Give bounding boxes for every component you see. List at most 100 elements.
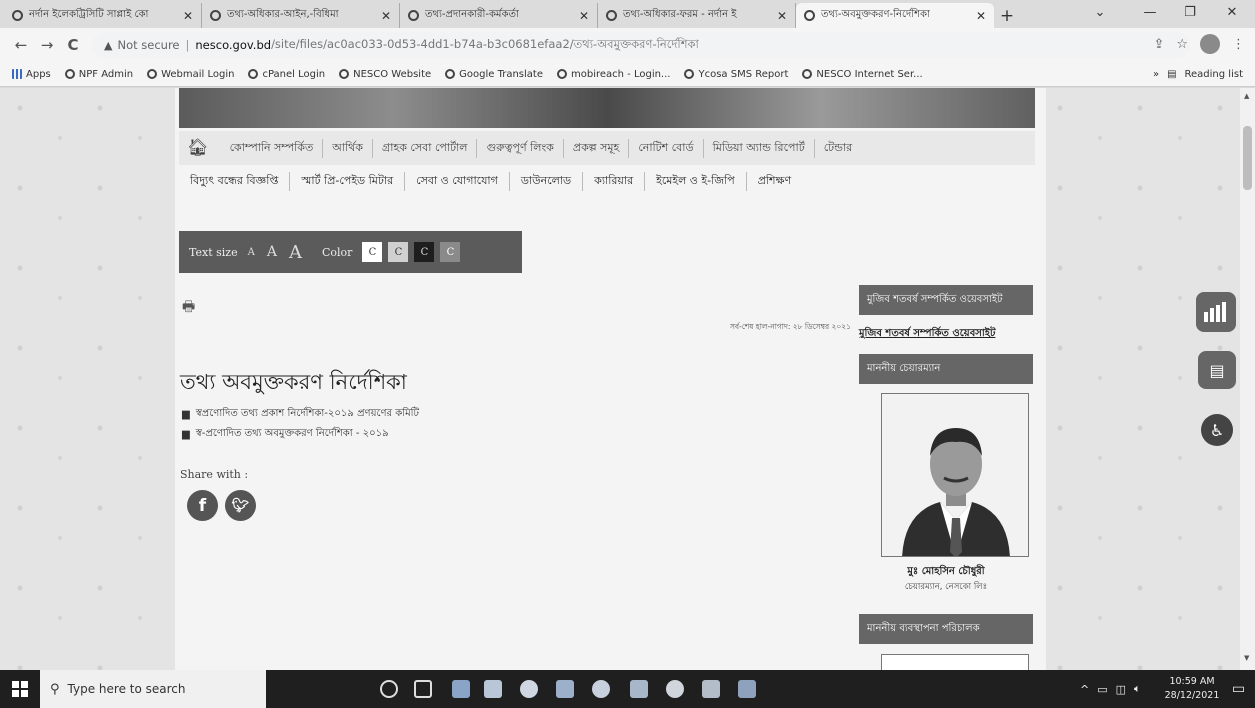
browser-tab-active[interactable]: তথ্য-অবমুক্তকরণ-নির্দেশিকা ✕ xyxy=(796,3,994,28)
maximize-icon[interactable]: ❐ xyxy=(1170,0,1210,24)
mail-icon[interactable] xyxy=(484,680,502,698)
warning-triangle-icon[interactable]: ▲ xyxy=(104,39,112,52)
home-icon[interactable]: 🏠︎ xyxy=(187,138,209,158)
menu-item[interactable]: গুরুত্বপূর্ণ লিংক xyxy=(477,138,564,158)
forward-arrow-icon[interactable]: → xyxy=(34,36,60,54)
scroll-down-icon[interactable]: ▼ xyxy=(1244,654,1249,662)
bookmark-item[interactable]: NPF Admin xyxy=(64,69,133,80)
minimize-icon[interactable]: — xyxy=(1130,0,1170,24)
taskbar-search-input[interactable]: ⚲ Type here to search xyxy=(40,670,266,708)
network-icon[interactable]: ◫ xyxy=(1116,683,1126,696)
bookmark-item[interactable]: cPanel Login xyxy=(248,69,325,80)
document-link[interactable]: ▆ স্বপ্রণোদিত তথ্য প্রকাশ নির্দেশিকা-২০১… xyxy=(182,406,419,423)
chairman-designation: চেয়ারম্যান, নেসকো লিঃ xyxy=(904,582,988,592)
browser-tab[interactable]: তথ্য-অধিকার-ফরম - নর্দান ই ✕ xyxy=(598,3,796,28)
notification-icon[interactable]: ▭ xyxy=(1222,670,1255,708)
mujib-website-link[interactable]: মুজিব শতবর্ষ সম্পর্কিত ওয়েবসাইট xyxy=(859,326,995,343)
cortana-icon[interactable] xyxy=(380,680,398,698)
app-icon[interactable] xyxy=(592,680,610,698)
tab-title: নর্দান ইলেকট্রিসিটি সাপ্লাই কো xyxy=(29,9,149,20)
star-icon[interactable]: ☆ xyxy=(1176,37,1188,52)
close-tab-icon[interactable]: ✕ xyxy=(381,9,391,23)
chat-icon[interactable]: ▤ xyxy=(1198,351,1236,389)
close-tab-icon[interactable]: ✕ xyxy=(579,9,589,23)
reload-icon[interactable]: C xyxy=(60,36,86,54)
word-icon[interactable] xyxy=(738,680,756,698)
scrollbar-thumb[interactable] xyxy=(1243,126,1252,190)
url-host: nesco.gov.bd xyxy=(195,38,272,52)
menu-item[interactable]: প্রকল্প সমূহ xyxy=(564,138,630,158)
browser-tab[interactable]: তথ্য-প্রদানকারী-কর্মকর্তা ✕ xyxy=(400,3,598,28)
browser-tab[interactable]: নর্দান ইলেকট্রিসিটি সাপ্লাই কো ✕ xyxy=(4,3,202,28)
bookmark-favicon-icon xyxy=(64,69,75,79)
vertical-scrollbar[interactable]: ▲ ▼ xyxy=(1240,88,1255,670)
lock-app-icon[interactable] xyxy=(520,680,538,698)
close-tab-icon[interactable]: ✕ xyxy=(183,9,193,23)
file-explorer-icon[interactable] xyxy=(452,680,470,698)
menu-item[interactable]: স্মার্ট প্রি-পেইড মিটার xyxy=(290,171,406,191)
share-icon[interactable]: ⇪ xyxy=(1153,37,1164,52)
twitter-icon[interactable]: 🐦︎ xyxy=(225,490,256,521)
menu-item[interactable]: ডাউনলোড xyxy=(510,171,584,191)
more-bookmarks-button[interactable]: » xyxy=(1153,69,1159,80)
task-view-icon[interactable] xyxy=(414,680,432,698)
chevron-up-icon[interactable]: ^ xyxy=(1080,683,1089,696)
menu-item[interactable]: সেবা ও যোগাযোগ xyxy=(405,171,510,191)
bookmark-item[interactable]: NESCO Internet Ser... xyxy=(802,69,923,80)
close-window-icon[interactable]: ✕ xyxy=(1212,0,1252,24)
security-status[interactable]: Not secure xyxy=(117,38,179,52)
tab-search-icon[interactable]: ⌄ xyxy=(1080,0,1120,24)
tab-title: তথ্য-অধিকার-ফরম - নর্দান ই xyxy=(623,9,737,20)
sidebar-heading: মুজিব শতবর্ষ সম্পর্কিত ওয়েবসাইট xyxy=(859,285,1033,315)
menu-item[interactable]: ক্যারিয়ার xyxy=(583,171,646,191)
network-app-icon[interactable] xyxy=(556,680,574,698)
app-icon[interactable] xyxy=(630,680,648,698)
facebook-icon[interactable]: f xyxy=(187,490,218,521)
bookmark-item[interactable]: NESCO Website xyxy=(339,69,431,80)
clock-date: 28/12/2021 xyxy=(1164,690,1220,701)
document-link[interactable]: ▆ স্ব-প্রণোদিত তথ্য অবমুক্তকরণ নির্দেশিক… xyxy=(182,426,389,443)
color-swatch-grey[interactable]: C xyxy=(440,242,461,262)
color-swatch-white[interactable]: C xyxy=(362,242,383,262)
browser-tab[interactable]: তথ্য-অধিকার-আইন,-বিধিমা ✕ xyxy=(202,3,400,28)
bookmark-item[interactable]: Webmail Login xyxy=(147,69,234,80)
print-icon[interactable]: 🖶 xyxy=(182,296,195,320)
chrome-icon[interactable] xyxy=(666,680,684,698)
new-tab-button[interactable]: + xyxy=(994,3,1020,28)
document-icon: ▆ xyxy=(182,409,190,420)
bookmark-item[interactable]: mobireach - Login... xyxy=(557,69,670,80)
back-arrow-icon[interactable]: ← xyxy=(8,36,34,54)
reading-list-button[interactable]: Reading list xyxy=(1185,69,1243,80)
close-tab-icon[interactable]: ✕ xyxy=(976,9,986,23)
text-size-medium-button[interactable]: A xyxy=(267,244,277,260)
menu-item[interactable]: আর্থিক xyxy=(323,138,374,158)
kebab-menu-icon[interactable]: ⋮ xyxy=(1232,37,1245,52)
taskbar-clock[interactable]: 10:59 AM 28/12/2021 xyxy=(1162,675,1222,703)
menu-item[interactable]: কোম্পানি সম্পর্কিত xyxy=(221,138,324,158)
bookmark-item[interactable]: Google Translate xyxy=(445,69,543,80)
accessibility-icon[interactable]: ♿︎ xyxy=(1201,414,1233,446)
menu-item[interactable]: বিদ্যুৎ বন্ধের বিজ্ঞপ্তি xyxy=(179,171,291,191)
scroll-up-icon[interactable]: ▲ xyxy=(1244,92,1249,100)
menu-item[interactable]: ইমেইল ও ই-জিপি xyxy=(645,171,747,191)
bookmark-apps[interactable]: Apps xyxy=(12,69,51,80)
menu-item[interactable]: গ্রাহক সেবা পোর্টাল xyxy=(373,138,478,158)
text-size-large-button[interactable]: A xyxy=(289,242,302,263)
profile-avatar[interactable] xyxy=(1200,34,1220,54)
chart-widget-icon[interactable] xyxy=(1196,292,1236,332)
app-icon[interactable] xyxy=(702,680,720,698)
close-tab-icon[interactable]: ✕ xyxy=(777,9,787,23)
windows-start-icon[interactable] xyxy=(0,670,40,708)
menu-item[interactable]: টেন্ডার xyxy=(815,139,861,158)
reading-list-icon[interactable]: ▤ xyxy=(1167,69,1176,80)
menu-item[interactable]: মিডিয়া অ্যান্ড রিপোর্ট xyxy=(704,138,815,158)
volume-icon[interactable]: 🔈︎ xyxy=(1134,682,1141,696)
color-swatch-dark[interactable]: C xyxy=(414,242,435,262)
bookmark-item[interactable]: Ycosa SMS Report xyxy=(684,69,788,80)
url-input[interactable]: ▲ Not secure | nesco.gov.bd /site/files/… xyxy=(92,32,1190,58)
color-swatch-light[interactable]: C xyxy=(388,242,409,262)
text-size-small-button[interactable]: A xyxy=(248,247,255,258)
battery-icon[interactable]: ▭ xyxy=(1097,683,1107,696)
menu-item[interactable]: প্রশিক্ষণ xyxy=(747,172,802,191)
menu-item[interactable]: নোটিশ বোর্ড xyxy=(629,138,704,158)
